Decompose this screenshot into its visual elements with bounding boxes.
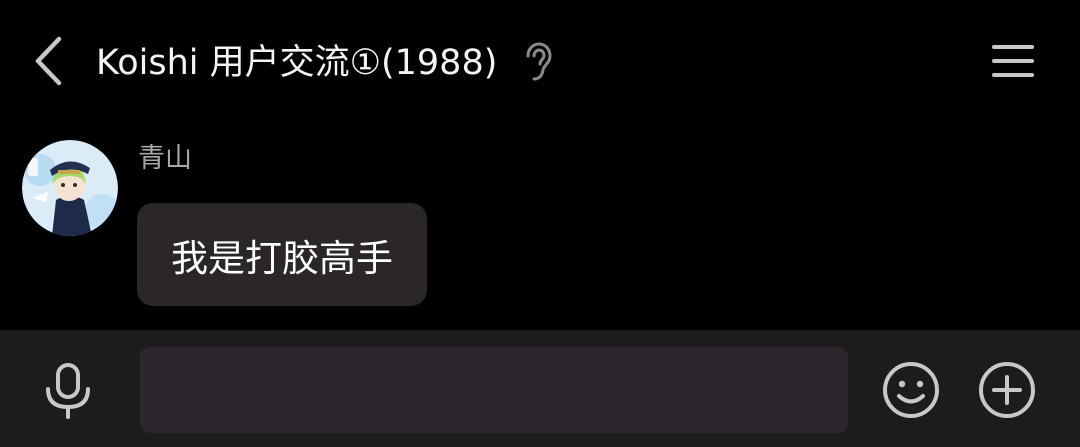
smiley-icon	[883, 362, 939, 418]
message-text: 我是打胶高手	[171, 236, 393, 280]
back-button[interactable]	[24, 30, 72, 92]
input-bar	[0, 330, 1080, 447]
chevron-left-icon	[35, 36, 62, 86]
microphone-icon	[46, 363, 90, 419]
avatar-image	[22, 140, 118, 236]
sender-name[interactable]: 青山	[138, 140, 192, 178]
chat-header: Koishi 用户交流①(1988)	[0, 0, 1080, 124]
more-button[interactable]	[977, 360, 1037, 420]
hamburger-menu-icon	[992, 45, 1034, 77]
chat-title[interactable]: Koishi 用户交流①(1988)	[96, 38, 497, 88]
message-input[interactable]	[140, 347, 848, 433]
avatar[interactable]	[22, 140, 118, 236]
voice-button[interactable]	[38, 360, 98, 422]
message-bubble[interactable]: 我是打胶高手	[137, 203, 427, 306]
menu-button[interactable]	[986, 36, 1040, 86]
emoji-button[interactable]	[881, 360, 941, 420]
ear-icon	[526, 42, 552, 81]
plus-circle-icon	[979, 362, 1035, 418]
message-item: 青山 我是打胶高手	[0, 124, 1080, 330]
